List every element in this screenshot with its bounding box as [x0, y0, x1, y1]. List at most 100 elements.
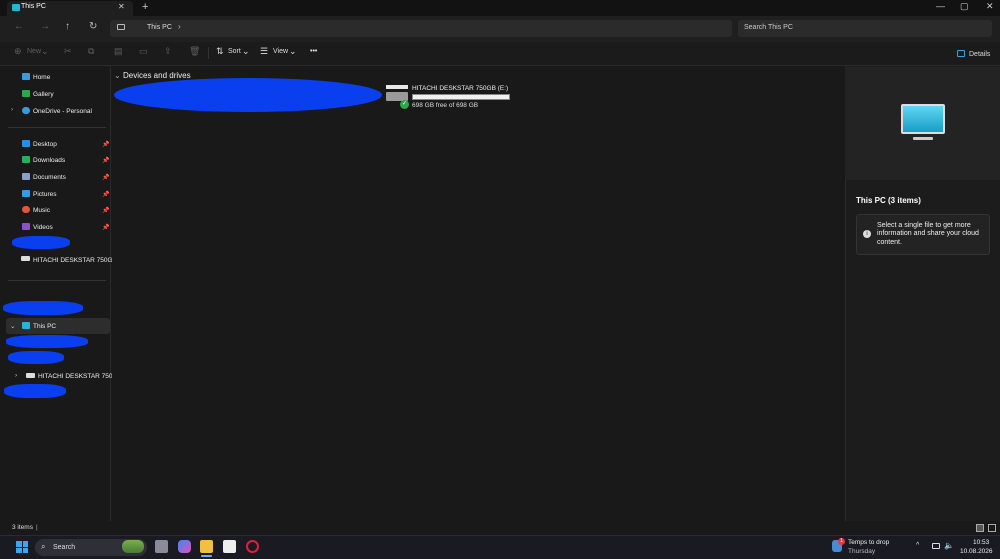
back-button[interactable]: ←: [14, 21, 24, 32]
drive-icon: [386, 85, 408, 89]
chevron-down-icon: ⌄: [41, 46, 49, 56]
chevron-down-icon: ⌄: [289, 46, 297, 56]
pin-icon[interactable]: 📌: [102, 207, 109, 214]
view-button[interactable]: View: [273, 48, 288, 55]
sort-icon: ⇅: [216, 46, 224, 56]
chevron-down-icon: ⌄: [242, 46, 250, 56]
search-highlight-image: [122, 540, 144, 553]
minimize-button[interactable]: —: [936, 1, 945, 11]
delete-icon[interactable]: 🗑: [189, 46, 200, 57]
share-icon[interactable]: ⇪: [164, 46, 172, 57]
status-bar: [0, 521, 1000, 535]
more-options-button[interactable]: •••: [310, 48, 317, 55]
section-header[interactable]: Devices and drives: [123, 71, 191, 80]
redaction-mark: [3, 301, 83, 315]
store-icon[interactable]: [223, 540, 236, 553]
copilot-icon[interactable]: [178, 540, 191, 553]
sort-button[interactable]: Sort: [228, 48, 241, 55]
documents-folder-icon: [22, 173, 30, 180]
monitor-icon: [12, 4, 20, 11]
address-bar[interactable]: [110, 20, 732, 37]
pictures-folder-icon: [22, 190, 30, 197]
pin-icon[interactable]: 📌: [102, 157, 109, 164]
forward-button[interactable]: →: [40, 21, 50, 32]
weather-title: Temps to drop: [848, 539, 890, 546]
pin-icon[interactable]: 📌: [102, 141, 109, 148]
details-title: This PC (3 items): [856, 196, 921, 205]
sidebar-item-hitachi-tree[interactable]: HITACHI DESKSTAR 750GB: [38, 373, 122, 380]
gallery-icon: [22, 90, 30, 97]
notification-badge: 1: [838, 538, 845, 545]
cloud-icon: [22, 107, 30, 114]
pin-icon[interactable]: 📌: [102, 174, 109, 181]
sidebar-item-this-pc-label: This PC: [33, 323, 57, 330]
close-window-button[interactable]: ✕: [986, 1, 994, 12]
clock-date[interactable]: 10.08.2026: [960, 548, 993, 555]
taskbar-search-label: Search: [53, 544, 76, 551]
info-icon: i: [863, 230, 871, 238]
pin-icon[interactable]: 📌: [102, 224, 109, 231]
search-icon: ⌕: [41, 542, 46, 551]
sidebar-item-hitachi-pinned[interactable]: HITACHI DESKSTAR 750GB (: [33, 257, 121, 264]
navigation-pane: [0, 66, 111, 521]
divider: [8, 127, 106, 128]
maximize-button[interactable]: ▢: [960, 1, 969, 12]
refresh-button[interactable]: ↻: [89, 21, 97, 32]
pin-icon[interactable]: 📌: [102, 191, 109, 198]
chevron-down-icon[interactable]: ⌄: [10, 322, 15, 330]
tab-title: This PC: [21, 3, 46, 10]
status-separator: |: [36, 524, 38, 531]
address-text: This PC: [147, 24, 172, 31]
copy-icon[interactable]: ⧉: [88, 46, 94, 57]
drive-name[interactable]: HITACHI DESKSTAR 750GB (E:): [412, 85, 508, 92]
clock-time[interactable]: 10:53: [973, 539, 989, 546]
sidebar-item-onedrive[interactable]: OneDrive - Personal: [33, 108, 92, 115]
task-view-icon[interactable]: [155, 540, 168, 553]
sidebar-item-home[interactable]: Home: [33, 74, 50, 81]
sidebar-item-gallery[interactable]: Gallery: [33, 91, 54, 98]
redaction-mark: [114, 78, 382, 112]
weather-subtitle: Thursday: [848, 548, 876, 555]
tiles-view-icon[interactable]: [988, 524, 996, 532]
chevron-right-icon[interactable]: ›: [11, 106, 13, 113]
check-icon: ✓: [400, 100, 409, 109]
sidebar-item-videos[interactable]: Videos: [33, 224, 53, 231]
new-icon: ⊕: [14, 46, 22, 56]
drive-icon: [21, 256, 30, 261]
new-button[interactable]: New: [27, 48, 41, 55]
sidebar-item-pictures[interactable]: Pictures: [33, 191, 56, 198]
details-button[interactable]: Details: [969, 51, 990, 58]
music-folder-icon: [22, 206, 30, 213]
volume-icon[interactable]: 🔈: [944, 541, 954, 550]
chevron-down-icon[interactable]: ⌄: [114, 71, 121, 80]
file-explorer-icon[interactable]: [200, 540, 213, 553]
new-tab-button[interactable]: +: [142, 1, 148, 13]
opera-icon[interactable]: [246, 540, 259, 553]
sidebar-item-downloads[interactable]: Downloads: [33, 157, 65, 164]
monitor-stand: [913, 137, 933, 140]
tray-expand-icon[interactable]: ^: [916, 542, 919, 549]
sidebar-item-desktop[interactable]: Desktop: [33, 141, 57, 148]
redaction-mark: [12, 236, 70, 249]
rename-icon[interactable]: ▭: [139, 46, 148, 57]
toolbar-divider: [208, 47, 209, 59]
info-text: Select a single file to get more informa…: [877, 222, 979, 246]
chevron-right-icon[interactable]: ›: [15, 372, 17, 379]
monitor-icon: [22, 322, 30, 329]
search-placeholder: Search This PC: [744, 24, 793, 31]
title-bar: [0, 0, 1000, 16]
sidebar-item-music[interactable]: Music: [33, 207, 50, 214]
tab-close-button[interactable]: ✕: [118, 2, 125, 11]
monitor-icon: [901, 104, 945, 134]
network-icon[interactable]: [932, 543, 940, 549]
command-bar: [0, 42, 1000, 66]
details-view-icon[interactable]: [976, 524, 984, 532]
view-icon: ☰: [260, 46, 269, 56]
start-button[interactable]: [16, 541, 28, 553]
up-button[interactable]: ↑: [65, 21, 70, 32]
chevron-right-icon[interactable]: ›: [178, 22, 181, 31]
cut-icon[interactable]: ✂: [64, 46, 72, 57]
paste-icon[interactable]: ▤: [114, 46, 123, 57]
sidebar-item-documents[interactable]: Documents: [33, 174, 66, 181]
downloads-folder-icon: [22, 156, 30, 163]
